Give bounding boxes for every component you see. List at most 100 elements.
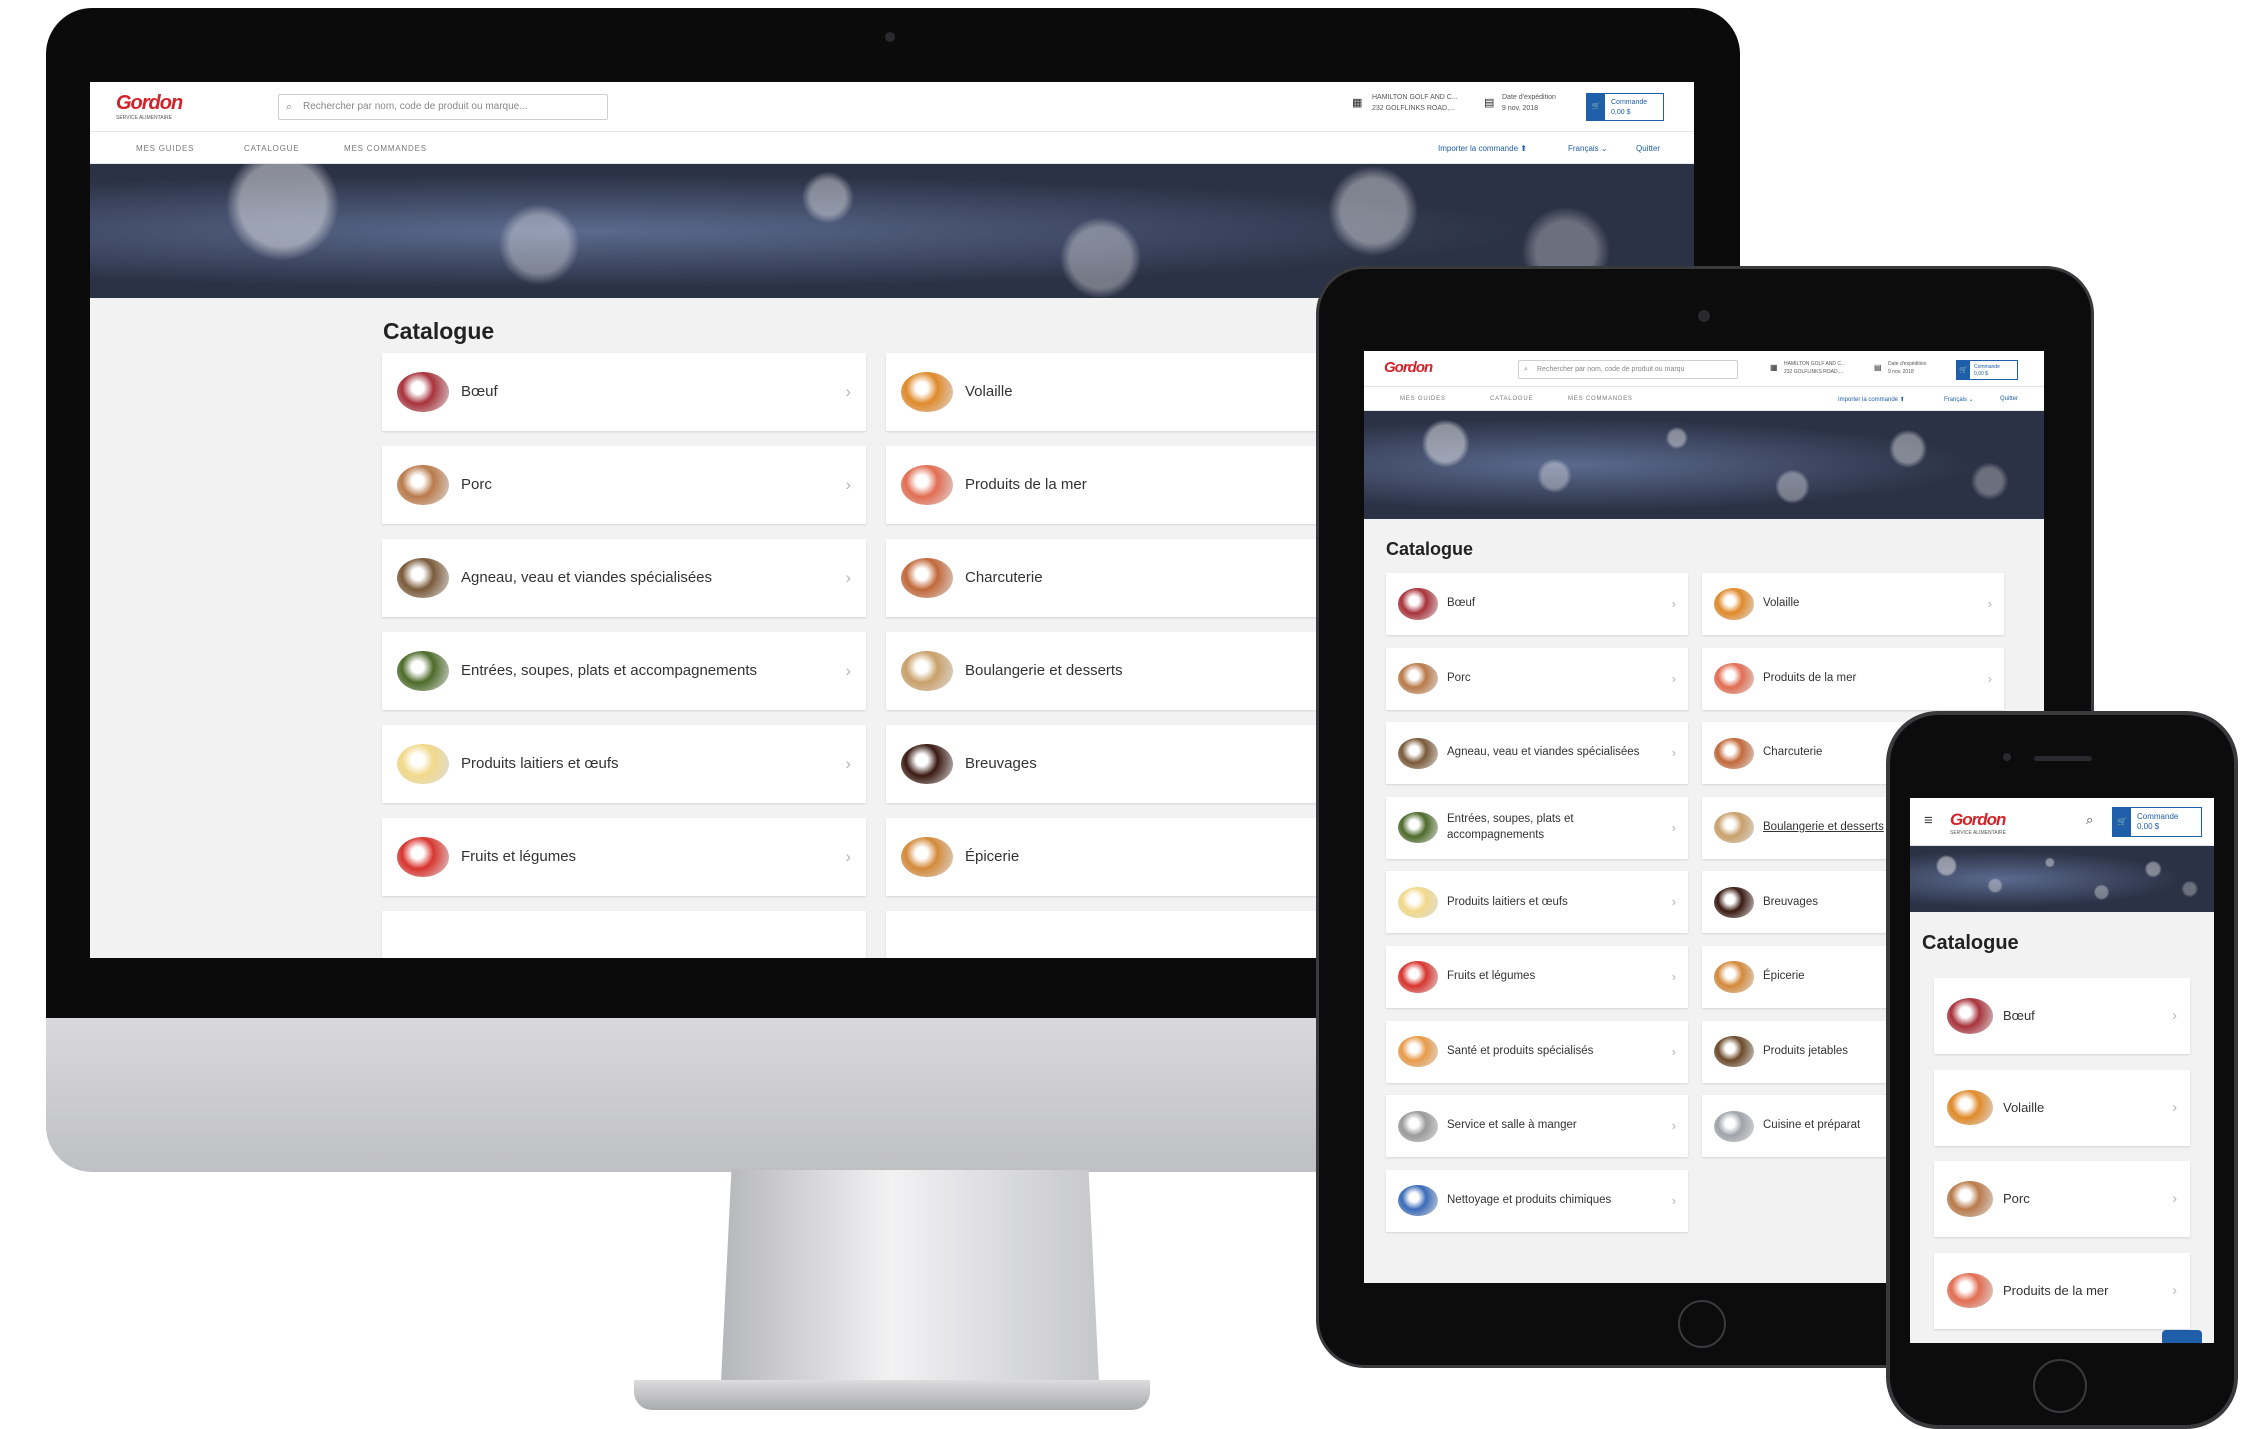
- page-title: Catalogue: [383, 318, 495, 344]
- nav-catalogue[interactable]: CATALOGUE: [1490, 396, 1533, 402]
- nav-mes-commandes[interactable]: MES COMMANDES: [1568, 396, 1633, 402]
- import-order-link[interactable]: Importer la commande ⬆: [1838, 396, 1905, 403]
- category-card-volaille[interactable]: Volaille›: [1702, 573, 2004, 635]
- category-image-icon: [1398, 812, 1438, 844]
- ship-date-selector[interactable]: Date d'expédition 9 nov. 2018: [1888, 360, 1926, 376]
- category-image-icon: [1947, 1272, 1993, 1309]
- page-title: Catalogue: [1386, 539, 1474, 559]
- quit-link[interactable]: Quitter: [1636, 144, 1660, 153]
- chevron-right-icon: ›: [845, 754, 852, 773]
- cart-button[interactable]: 🛒 Commande 0,00 $: [1586, 93, 1664, 121]
- quit-link[interactable]: Quitter: [2000, 396, 2018, 402]
- phone-speaker: [2034, 756, 2092, 761]
- category-image-icon: [397, 464, 449, 506]
- nav-mes-guides[interactable]: MES GUIDES: [136, 144, 194, 153]
- category-label: Produits de la mer: [1763, 671, 1857, 684]
- category-label: Volaille: [1763, 597, 1800, 610]
- category-card-fruits-et-legumes[interactable]: Fruits et légumes ›: [1386, 946, 1688, 1008]
- search-icon[interactable]: ⌕: [2086, 812, 2093, 828]
- category-label: Produits laitiers et œufs: [461, 754, 619, 772]
- monitor-foot: [634, 1380, 1150, 1410]
- phone-camera-icon: [2003, 753, 2011, 761]
- brand-logo[interactable]: Gordon SERVICE ALIMENTAIRE: [1950, 810, 2006, 836]
- category-card-entrees-soupes-plats-et-accompagnements[interactable]: Entrées, soupes, plats et accompagnement…: [382, 632, 866, 710]
- category-card-charcuterie[interactable]: Charcuterie›: [886, 539, 1370, 617]
- category-label: Santé et produits spécialisés: [1447, 1044, 1594, 1057]
- category-card-fruits-et-legumes[interactable]: Fruits et légumes ›: [382, 818, 866, 896]
- category-label: Agneau, veau et viandes spécialisées: [461, 568, 713, 586]
- chevron-right-icon: ›: [1671, 895, 1676, 910]
- cart-icon: 🛒: [2113, 808, 2131, 836]
- category-image-icon: [1398, 1110, 1438, 1142]
- category-card-produits-laitiers-et-oeufs[interactable]: Produits laitiers et œufs ›: [1386, 871, 1688, 934]
- category-card-boeuf[interactable]: Bœuf ›: [1386, 573, 1688, 635]
- category-image-icon: [1714, 588, 1754, 620]
- category-card-entrees-soupes-plats-et-accompagnements[interactable]: Entrées, soupes, plats et accompagnement…: [1386, 796, 1688, 859]
- chevron-right-icon: ›: [845, 847, 852, 866]
- category-label: Produits de la mer: [2003, 1282, 2109, 1298]
- category-card-sante-et-produits-specialises[interactable]: Santé et produits spécialisés ›: [1386, 1020, 1688, 1083]
- category-label: Fruits et légumes: [461, 847, 577, 865]
- scroll-top-button[interactable]: [2162, 1330, 2202, 1343]
- category-card-agneau-veau-et-viandes-specialisees[interactable]: Agneau, veau et viandes spécialisées ›: [1386, 722, 1688, 785]
- category-label: Charcuterie: [1763, 746, 1823, 759]
- category-card-boulangerie-et-desserts[interactable]: Boulangerie et desserts›: [886, 632, 1370, 710]
- category-card-nettoyage-et-produits-chimiques[interactable]: Nettoyage et produits chimiques ›: [1386, 1169, 1688, 1232]
- category-image-icon: [397, 743, 449, 785]
- category-card-boeuf[interactable]: Bœuf ›: [1934, 978, 2190, 1054]
- category-card-produits-de-la-mer[interactable]: Produits de la mer ›: [1934, 1252, 2190, 1329]
- brand-logo[interactable]: Gordon SERVICE ALIMENTAIRE: [116, 92, 183, 121]
- category-card-breuvages[interactable]: Breuvages›: [886, 725, 1370, 803]
- category-label: Épicerie: [965, 847, 1020, 865]
- desktop-header: Gordon SERVICE ALIMENTAIRE ⌕ Rechercher pa…: [90, 82, 1694, 132]
- import-order-link[interactable]: Importer la commande ⬆: [1438, 144, 1527, 153]
- location-selector[interactable]: HAMILTON GOLF AND C... 232 GOLFLINKS ROAD…: [1784, 360, 1845, 376]
- nav-mes-guides[interactable]: MES GUIDES: [1400, 396, 1446, 402]
- category-label: Bœuf: [1447, 597, 1476, 610]
- tablet-camera-icon: [1698, 310, 1710, 322]
- category-card-volaille[interactable]: Volaille›: [886, 353, 1370, 431]
- search-icon: ⌕: [286, 101, 293, 113]
- category-label: Volaille: [2003, 1099, 2045, 1115]
- category-card-volaille[interactable]: Volaille›: [1934, 1069, 2190, 1146]
- nav-catalogue[interactable]: CATALOGUE: [244, 144, 299, 153]
- category-card-porc[interactable]: Porc ›: [382, 446, 866, 524]
- category-label: Nettoyage et produits chimiques: [1447, 1194, 1612, 1207]
- chevron-right-icon: ›: [1671, 746, 1676, 761]
- ship-date-selector[interactable]: Date d'expédition 9 nov. 2018: [1502, 92, 1556, 114]
- chevron-right-icon: ›: [1671, 970, 1676, 984]
- category-label: Fruits et légumes: [1447, 970, 1536, 983]
- category-image-icon: [1714, 1036, 1754, 1068]
- cart-button[interactable]: 🛒 Commande 0,00 $: [1956, 360, 2018, 380]
- category-card-partial[interactable]: [886, 911, 1370, 958]
- category-card-produits-de-la-mer[interactable]: Produits de la mer›: [886, 446, 1370, 524]
- category-card-porc[interactable]: Porc ›: [1934, 1161, 2190, 1237]
- category-card-service-et-salle-a-manger[interactable]: Service et salle à manger ›: [1386, 1095, 1688, 1158]
- category-card-boeuf[interactable]: Bœuf ›: [382, 353, 866, 431]
- language-selector[interactable]: Français ⌄: [1568, 144, 1608, 153]
- nav-mes-commandes[interactable]: MES COMMANDES: [344, 144, 427, 153]
- location-selector[interactable]: HAMILTON GOLF AND C... 232 GOLFLINKS ROAD…: [1372, 92, 1458, 114]
- brand-logo[interactable]: Gordon: [1384, 359, 1433, 376]
- store-icon: ▦: [1352, 97, 1363, 109]
- category-card-partial[interactable]: [382, 911, 866, 958]
- language-selector[interactable]: Français ⌄: [1944, 396, 1974, 403]
- chevron-right-icon: ›: [1671, 1119, 1676, 1134]
- category-card-porc[interactable]: Porc ›: [1386, 647, 1688, 710]
- phone-screen: ≡ Gordon SERVICE ALIMENTAIRE ⌕ 🛒 Commande…: [1910, 798, 2214, 1343]
- category-card-epicerie[interactable]: Épicerie›: [886, 818, 1370, 896]
- category-card-produits-laitiers-et-oeufs[interactable]: Produits laitiers et œufs ›: [382, 725, 866, 803]
- category-label: Épicerie: [1763, 970, 1805, 983]
- cart-button[interactable]: 🛒 Commande 0,00 $: [2112, 807, 2202, 837]
- category-card-agneau-veau-et-viandes-specialisees[interactable]: Agneau, veau et viandes spécialisées ›: [382, 539, 866, 617]
- search-input[interactable]: ⌕ Rechercher par nom, code de produit ou …: [1518, 360, 1738, 379]
- chevron-right-icon: ›: [845, 475, 852, 494]
- phone-home-button[interactable]: [2033, 1359, 2087, 1413]
- category-card-produits-de-la-mer[interactable]: Produits de la mer›: [1702, 647, 2004, 710]
- chevron-right-icon: ›: [2172, 1282, 2177, 1299]
- category-image-icon: [901, 743, 953, 785]
- search-input[interactable]: ⌕ Rechercher par nom, code de produit ou …: [278, 94, 608, 120]
- menu-icon[interactable]: ≡: [1924, 812, 1933, 829]
- tablet-home-button[interactable]: [1678, 1300, 1726, 1348]
- category-label: Porc: [461, 475, 492, 493]
